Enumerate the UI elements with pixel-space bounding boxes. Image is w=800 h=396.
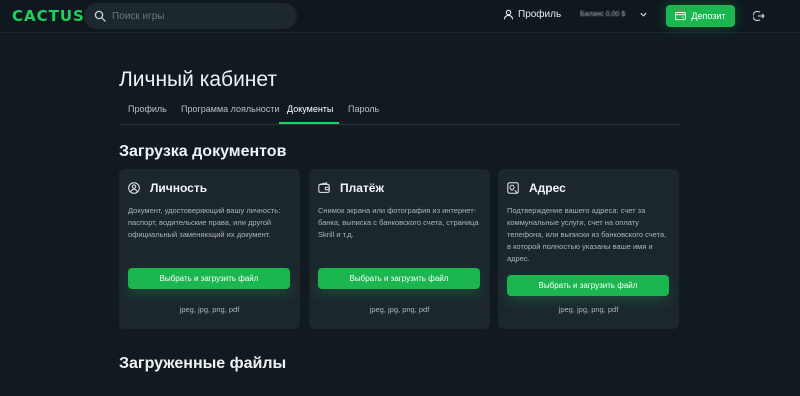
chevron-down-icon[interactable] <box>639 10 648 19</box>
tab-bar: Профиль Программа лояльности Документы П… <box>119 98 680 125</box>
logo[interactable]: CACTUS <box>12 7 85 25</box>
identity-card: Личность Документ, удостоверяющий вашу л… <box>119 169 300 329</box>
search-box[interactable] <box>84 3 297 29</box>
allowed-formats: jpeg, jpg, png, pdf <box>558 305 619 314</box>
wallet-icon <box>318 182 330 193</box>
card-title: Адрес <box>529 181 566 195</box>
balance-display[interactable]: Баланс 0,00 $ <box>580 11 625 18</box>
profile-label: Профиль <box>518 9 562 20</box>
card-description: Документ, удостоверяющий вашу личность: … <box>128 206 281 239</box>
map-icon <box>507 182 519 194</box>
top-bar: CACTUS Профиль Баланс 0,00 $ Депозит <box>0 0 800 33</box>
payment-card: Платёж Снимок экрана или фотография из и… <box>309 169 490 329</box>
card-title: Платёж <box>340 181 384 195</box>
card-title: Личность <box>150 181 208 195</box>
upload-section-title: Загрузка документов <box>119 143 287 160</box>
card-description: Подтверждение вашего адреса: счет за ком… <box>507 206 667 263</box>
person-icon <box>128 182 140 194</box>
tab-profile[interactable]: Профиль <box>128 104 167 114</box>
deposit-label: Депозит <box>691 11 726 21</box>
tab-documents[interactable]: Документы <box>287 104 333 114</box>
search-input[interactable] <box>112 10 282 22</box>
profile-link[interactable]: Профиль <box>503 9 561 20</box>
logout-icon[interactable] <box>753 10 765 22</box>
search-icon <box>94 10 106 22</box>
tab-password[interactable]: Пароль <box>348 104 379 114</box>
card-description: Снимок экрана или фотография из интернет… <box>318 206 479 239</box>
uploaded-section-title: Загруженные файлы <box>119 355 287 372</box>
user-icon <box>503 9 514 20</box>
deposit-button[interactable]: Депозит <box>666 5 735 27</box>
page-title: Личный кабинет <box>119 68 277 91</box>
upload-payment-button[interactable]: Выбрать и загрузить файл <box>318 268 480 289</box>
wallet-icon <box>675 12 687 21</box>
address-card: Адрес Подтверждение вашего адреса: счет … <box>498 169 679 329</box>
upload-identity-button[interactable]: Выбрать и загрузить файл <box>128 268 290 289</box>
allowed-formats: jpeg, jpg, png, pdf <box>369 305 430 314</box>
upload-address-button[interactable]: Выбрать и загрузить файл <box>507 275 669 296</box>
allowed-formats: jpeg, jpg, png, pdf <box>179 305 240 314</box>
active-tab-indicator <box>279 122 339 124</box>
tab-loyalty[interactable]: Программа лояльности <box>181 104 279 114</box>
